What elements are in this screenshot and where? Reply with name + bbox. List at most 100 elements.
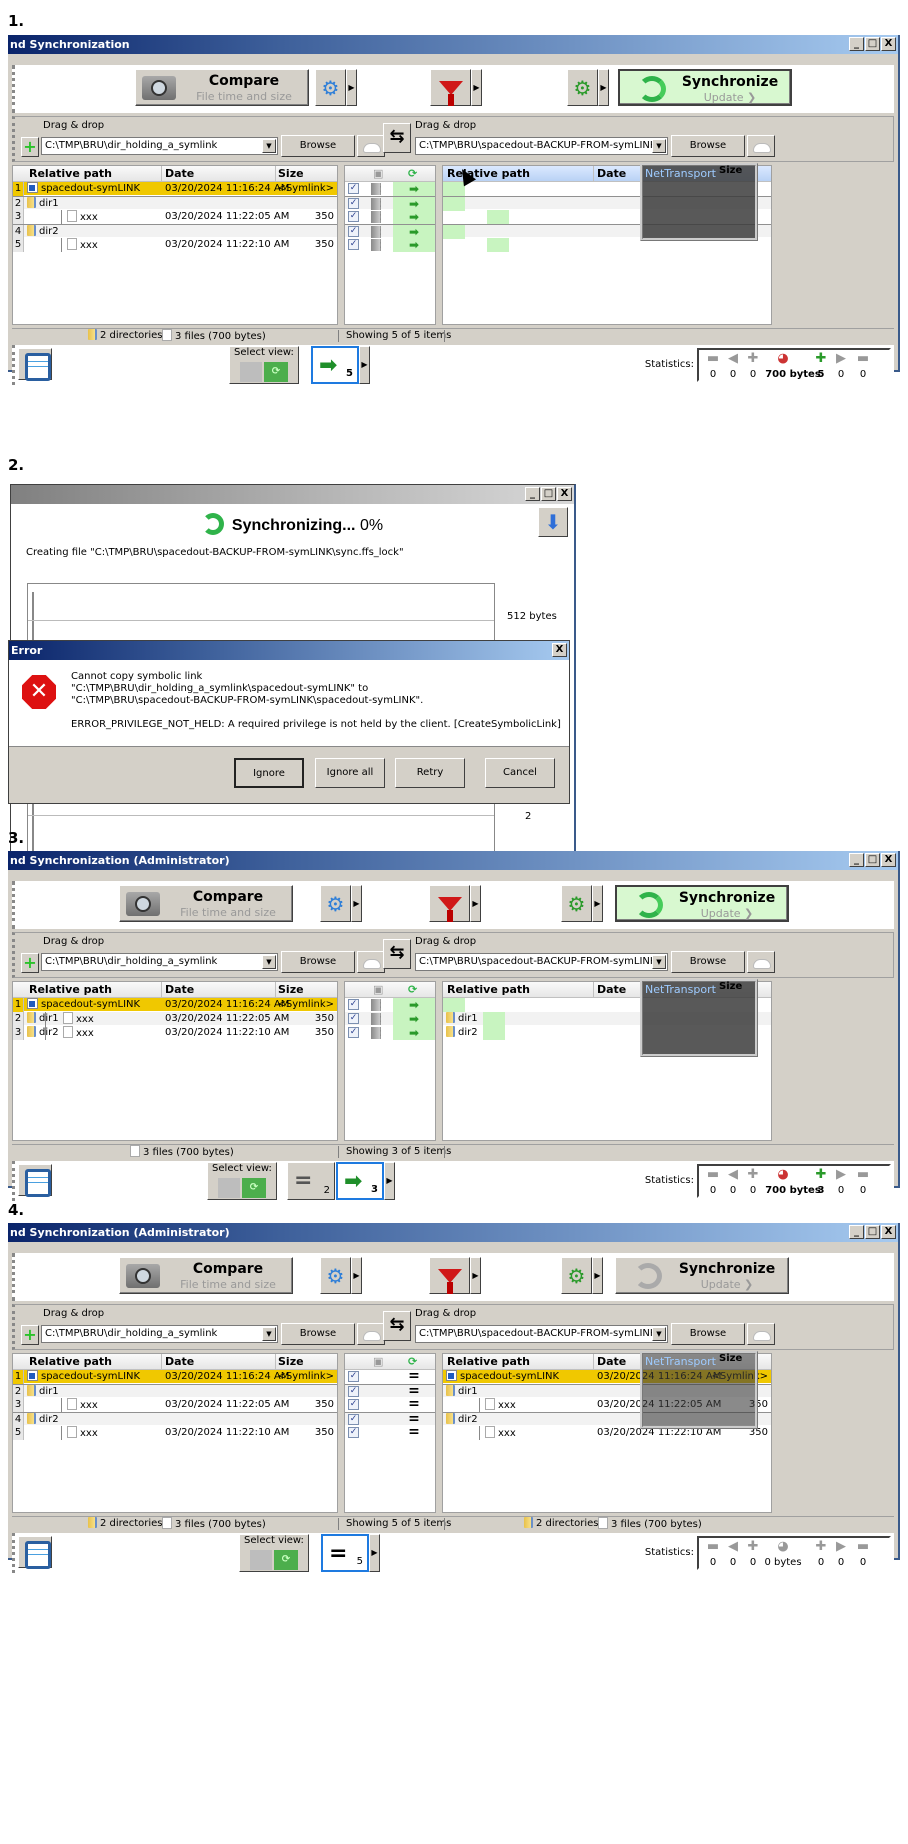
table-row[interactable]: 3 xxx 03/20/2024 11:22:05 AM 350 xyxy=(13,210,337,224)
minimize-button[interactable]: _ xyxy=(525,487,540,501)
col-relative-path[interactable]: Relative path xyxy=(29,1355,112,1368)
compare-button[interactable]: Compare File time and size xyxy=(119,1257,293,1294)
dropdown-arrow-icon[interactable]: ▶ xyxy=(369,1534,380,1572)
right-cloud-button[interactable] xyxy=(747,135,775,157)
dropdown-arrow-icon[interactable]: ▶ xyxy=(351,1257,362,1294)
create-right-icon[interactable]: ➡ xyxy=(393,182,435,196)
funnel-icon[interactable] xyxy=(430,69,471,106)
dropdown-arrow-icon[interactable]: ▶ xyxy=(592,1257,603,1294)
left-cloud-button[interactable] xyxy=(357,951,385,973)
chevron-down-icon[interactable]: ▼ xyxy=(652,1327,666,1341)
minimize-button[interactable]: _ xyxy=(849,37,864,51)
left-grid[interactable]: Relative path Date Size 1 spacedout-symLI… xyxy=(12,981,338,1141)
dropdown-arrow-icon[interactable]: ▶ xyxy=(592,885,603,922)
table-row[interactable]: ✓ = xyxy=(345,1412,435,1426)
swap-sides-button[interactable]: ⇆ xyxy=(383,1311,411,1341)
gear-icon[interactable]: ⚙ xyxy=(567,69,598,106)
create-right-icon[interactable]: ➡ xyxy=(393,197,435,211)
minimize-button[interactable]: _ xyxy=(849,1225,864,1239)
table-row[interactable]: 1 spacedout-symLINK 03/20/2024 11:16:24 AM… xyxy=(13,998,337,1012)
create-right-icon[interactable]: ➡ xyxy=(393,998,435,1012)
table-row[interactable]: 1 spacedout-symLINK 03/20/2024 11:16:24 AM… xyxy=(13,1370,337,1384)
view-action-button[interactable]: ⟳ xyxy=(264,362,288,382)
minimize-button[interactable]: _ xyxy=(849,853,864,867)
col-size[interactable]: Size xyxy=(278,1355,304,1368)
chevron-down-icon[interactable]: ▼ xyxy=(652,139,666,153)
table-row[interactable]: ✓ ➡ xyxy=(345,182,435,196)
left-folder-input[interactable]: C:\TMP\BRU\dir_holding_a_symlink ▼ xyxy=(41,1325,278,1343)
left-browse-button[interactable]: Browse xyxy=(281,1323,355,1345)
dropdown-arrow-icon[interactable]: ▶ xyxy=(470,885,481,922)
add-folder-pair-button[interactable]: + xyxy=(21,953,39,973)
swap-sides-button[interactable]: ⇆ xyxy=(383,939,411,969)
col-size[interactable]: Size xyxy=(278,167,304,180)
retry-button[interactable]: Retry xyxy=(395,758,465,788)
equal-icon[interactable]: = xyxy=(393,1425,435,1440)
maximize-button[interactable]: □ xyxy=(865,1225,880,1239)
table-row[interactable]: 4 dir2 xyxy=(13,1412,337,1427)
sync-settings-button[interactable]: ⚙ ▶ xyxy=(561,1257,603,1294)
table-row[interactable]: 2 dir1 xyxy=(13,196,337,211)
chevron-down-icon[interactable]: ▼ xyxy=(262,1327,276,1341)
table-row[interactable]: 3 xxx dir2 03/20/2024 11:22:10 AM 350 xyxy=(13,1026,337,1040)
left-folder-input[interactable]: C:\TMP\BRU\dir_holding_a_symlink ▼ xyxy=(41,137,278,155)
table-row[interactable]: ✓ = xyxy=(345,1397,435,1412)
compare-settings-button[interactable]: ⚙ ▶ xyxy=(320,1257,362,1294)
middle-grid[interactable]: ▣ ⟳ ✓ ➡ ✓ ➡ ✓ ➡ xyxy=(344,981,436,1141)
table-row[interactable]: ✓ ➡ xyxy=(345,196,435,211)
view-category-button[interactable] xyxy=(240,362,262,382)
include-checkbox[interactable]: ✓ xyxy=(348,211,359,222)
maximize-button[interactable]: □ xyxy=(865,853,880,867)
close-button[interactable]: X xyxy=(557,487,572,501)
left-browse-button[interactable]: Browse xyxy=(281,951,355,973)
right-cloud-button[interactable] xyxy=(747,1323,775,1345)
maximize-button[interactable]: □ xyxy=(541,487,556,501)
right-cloud-button[interactable] xyxy=(747,951,775,973)
gear-icon[interactable]: ⚙ xyxy=(561,885,592,922)
col-relative-path[interactable]: Relative path xyxy=(29,167,112,180)
filter-button[interactable]: ▶ xyxy=(430,69,482,106)
close-button[interactable]: X xyxy=(552,643,567,657)
include-checkbox[interactable]: ✓ xyxy=(348,1414,359,1425)
include-checkbox[interactable]: ✓ xyxy=(348,183,359,194)
col-relative-path[interactable]: Relative path xyxy=(29,983,112,996)
col-relative-path[interactable]: Relative path xyxy=(447,1355,530,1368)
sync-settings-button[interactable]: ⚙ ▶ xyxy=(561,885,603,922)
equal-icon[interactable]: = xyxy=(393,1369,435,1384)
cancel-button[interactable]: Cancel xyxy=(485,758,555,788)
include-checkbox[interactable]: ✓ xyxy=(348,1027,359,1038)
filter-create-right-button[interactable]: ➡ 5 xyxy=(311,346,359,384)
col-date[interactable]: Date xyxy=(597,983,626,996)
synchronize-button[interactable]: Synchronize Update ❯ xyxy=(615,1257,789,1294)
gear-icon[interactable]: ⚙ xyxy=(315,69,346,106)
view-category-button[interactable] xyxy=(218,1178,240,1198)
create-right-icon[interactable]: ➡ xyxy=(393,238,435,252)
gear-icon[interactable]: ⚙ xyxy=(561,1257,592,1294)
chevron-down-icon[interactable]: ▼ xyxy=(262,139,276,153)
funnel-icon[interactable] xyxy=(429,885,470,922)
left-cloud-button[interactable] xyxy=(357,1323,385,1345)
synchronize-button[interactable]: Synchronize Update ❯ xyxy=(615,885,789,922)
include-checkbox[interactable]: ✓ xyxy=(348,1399,359,1410)
include-checkbox[interactable]: ✓ xyxy=(348,239,359,250)
log-button[interactable] xyxy=(18,1536,52,1569)
table-row[interactable]: ✓ ➡ xyxy=(345,238,435,252)
left-grid[interactable]: Relative path Date Size 1 spacedout-symLI… xyxy=(12,1353,338,1513)
view-action-button[interactable]: ⟳ xyxy=(274,1550,298,1570)
create-right-icon[interactable]: ➡ xyxy=(393,1012,435,1026)
right-folder-input[interactable]: C:\TMP\BRU\spacedout-BACKUP-FROM-symLINK… xyxy=(415,1325,668,1343)
create-right-icon[interactable]: ➡ xyxy=(393,225,435,239)
funnel-icon[interactable] xyxy=(429,1257,470,1294)
close-button[interactable]: X xyxy=(881,1225,896,1239)
ignore-all-button[interactable]: Ignore all xyxy=(315,758,385,788)
filter-button[interactable]: ▶ xyxy=(429,885,481,922)
gear-icon[interactable]: ⚙ xyxy=(320,1257,351,1294)
chevron-down-icon[interactable]: ▼ xyxy=(652,955,666,969)
middle-grid[interactable]: ▣ ⟳ ✓ ➡ ✓ ➡ ✓ ➡ ✓ ➡ ✓ ➡ xyxy=(344,165,436,325)
gear-icon[interactable]: ⚙ xyxy=(320,885,351,922)
include-checkbox[interactable]: ✓ xyxy=(348,999,359,1010)
table-row[interactable]: 1 spacedout-symLINK 03/20/2024 11:16:24 AM… xyxy=(13,182,337,196)
minimize-to-tray-button[interactable]: ⬇ xyxy=(538,507,568,537)
left-cloud-button[interactable] xyxy=(357,135,385,157)
include-checkbox[interactable]: ✓ xyxy=(348,1013,359,1024)
